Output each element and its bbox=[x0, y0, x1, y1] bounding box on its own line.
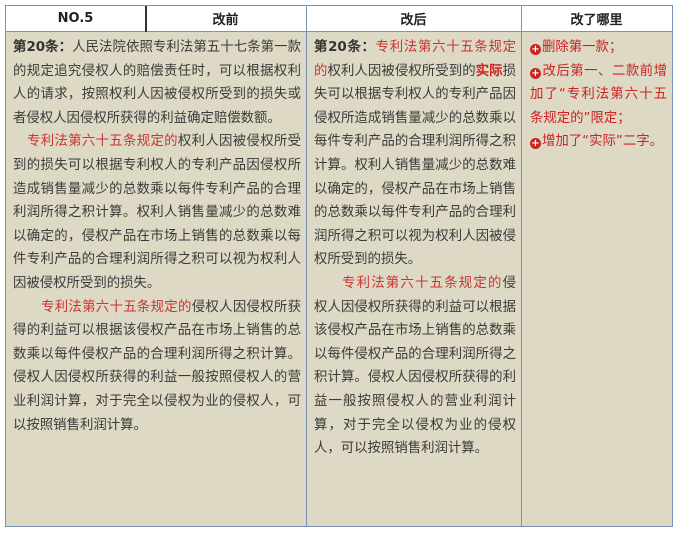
header-divider-no bbox=[145, 6, 147, 32]
after-paragraph-1: 第20条：专利法第六十五条规定的权利人因被侵权所受到的实际损失可以根据专利权人的… bbox=[314, 36, 516, 272]
change-item-3-text: 增加了“实际”二字。 bbox=[542, 134, 663, 150]
header-before: 改前 bbox=[145, 6, 306, 32]
before-article-title: 第20条： bbox=[13, 40, 73, 55]
after-column: 第20条： 专利法第六十五条规定的 权利人因被侵权所受到的实际损失可以根据专利权人的… bbox=[307, 32, 521, 526]
after-inserted-word: 实际 bbox=[475, 63, 503, 79]
header-changes-label: 改了哪里 bbox=[570, 13, 623, 28]
before-column: 第20条：人民法院依照专利法第五十七条第一款的规定追究侵权人的赔偿责任时，可以根… bbox=[6, 32, 306, 526]
before-paragraph-3-qualifier: 专利法第六十五条规定的 bbox=[41, 299, 192, 315]
after-paragraph-1-text-a: 权利人因被侵权所受到的 bbox=[327, 63, 476, 79]
header-before-label: 改前 bbox=[212, 13, 239, 28]
change-item-2: + 改后第一、二款前增加了“专利法第六十五条规定的”限定； bbox=[530, 60, 667, 131]
after-paragraph-2-qualifier: 专利法第六十五条规定的 bbox=[342, 275, 503, 291]
before-paragraph-3: 专利法第六十五条规定的侵权人因侵权所获得的利益可以根据该侵权产品在市场上销售的总… bbox=[13, 296, 301, 438]
header-after: 改后 bbox=[306, 6, 521, 32]
header-after-label: 改后 bbox=[400, 13, 427, 28]
change-item-2-text: 改后第一、二款前增加了“专利法第六十五条规定的”限定； bbox=[530, 63, 667, 126]
plus-circle-icon: + bbox=[530, 138, 541, 150]
change-item-1-text: 删除第一款； bbox=[542, 40, 623, 55]
before-paragraph-1: 第20条：人民法院依照专利法第五十七条第一款的规定追究侵权人的赔偿责任时，可以根… bbox=[13, 36, 301, 130]
before-paragraph-2: 专利法第六十五条规定的权利人因被侵权所受到的损失可以根据专利权人的专利产品因侵权… bbox=[13, 130, 301, 295]
before-paragraph-3-text: 侵权人因侵权所获得的利益可以根据该侵权产品在市场上销售的总数乘以每件侵权产品的合… bbox=[13, 299, 302, 433]
comparison-table: NO.5 改前 改后 改了哪里 第20条：人民法院依照专利法第五十七条第一款的规… bbox=[5, 5, 673, 527]
change-item-3: + 增加了“实际”二字。 bbox=[530, 130, 667, 154]
header-no: NO.5 bbox=[6, 6, 145, 32]
changes-column: + 删除第一款； + 改后第一、二款前增加了“专利法第六十五条规定的”限定； + 增加… bbox=[522, 32, 672, 526]
before-paragraph-2-qualifier: 专利法第六十五条规定的 bbox=[27, 134, 178, 150]
plus-circle-icon: + bbox=[530, 67, 541, 79]
plus-circle-icon: + bbox=[530, 44, 541, 55]
before-paragraph-2-text: 权利人因被侵权所受到的损失可以根据专利权人的专利产品因侵权所造成销售量减少的总数… bbox=[13, 134, 302, 291]
after-paragraph-2: 专利法第六十五条规定的侵权人因侵权所获得的利益可以根据该侵权产品在市场上销售的总… bbox=[314, 272, 516, 461]
header-changes: 改了哪里 bbox=[521, 6, 672, 32]
header-no-label: NO.5 bbox=[57, 11, 94, 26]
change-item-1: + 删除第一款； bbox=[530, 36, 667, 60]
after-article-title: 第20条： bbox=[314, 40, 376, 55]
after-paragraph-1-text-b: 损失可以根据专利权人的专利产品因侵权所造成销售量减少的总数乘以每件专利产品的合理… bbox=[314, 63, 517, 268]
after-paragraph-2-text: 侵权人因侵权所获得的利益可以根据该侵权产品在市场上销售的总数乘以每件侵权产品的合… bbox=[314, 275, 516, 457]
